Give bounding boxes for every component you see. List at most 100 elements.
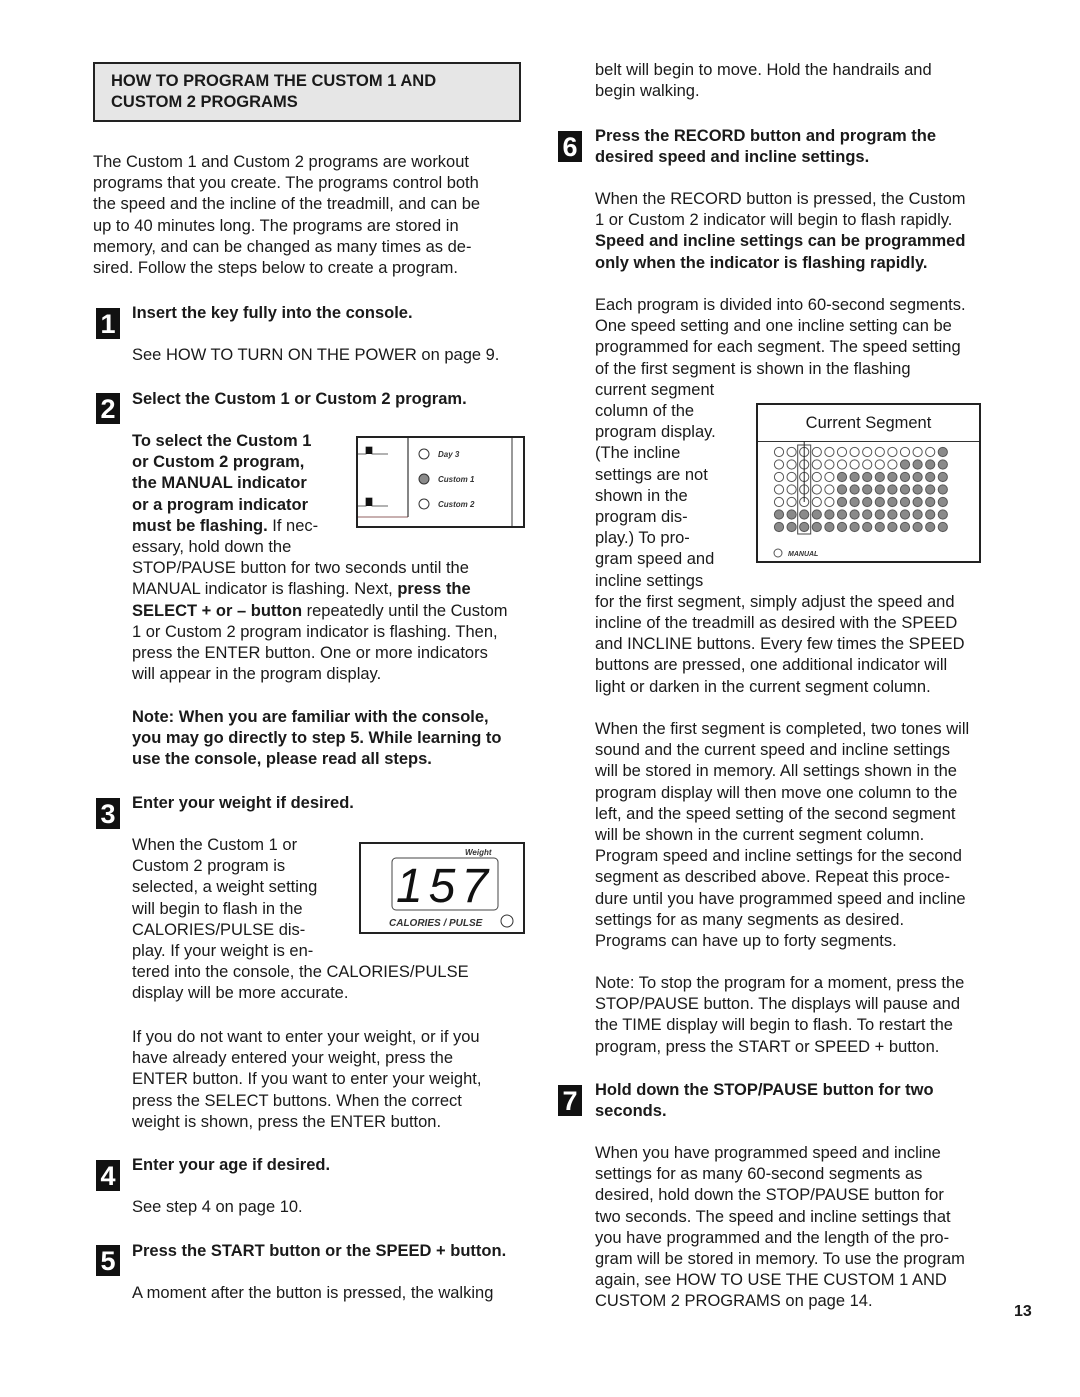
segment-dot-unlit [849, 459, 860, 470]
manual-indicator [773, 548, 783, 558]
segment-dot-lit [899, 509, 911, 520]
step-6-line: When the RECORD button is pressed, the C… [595, 190, 966, 208]
step-7-title-line: Hold down the STOP/PAUSE button for two [595, 1081, 934, 1099]
step-6-line: only when the indicator is flashing rapi… [595, 253, 928, 272]
step-6-line: segment as described above. Repeat this … [595, 868, 950, 887]
segment-dot-lit [773, 509, 785, 520]
current-segment-title: Current Segment [758, 405, 979, 442]
segment-dot-lit [912, 521, 923, 533]
step-6-note: Note: To stop the program for a moment, … [595, 973, 1015, 1058]
step-7-body: When you have programmed speed and incli… [595, 1143, 1015, 1313]
segment-dot-lit [811, 521, 822, 533]
step-5-body: A moment after the button is pressed, th… [132, 1284, 494, 1302]
intro-line: the speed and the incline of the treadmi… [93, 195, 481, 214]
segment-dot-unlit [836, 459, 848, 470]
step-1-number: 1 [96, 308, 120, 339]
segment-dot-unlit [811, 471, 822, 483]
segment-dot-lit [849, 521, 860, 533]
step-6-title: Press the RECORD button and program the … [595, 126, 936, 168]
step-3-line: ENTER button. If you want to enter your … [132, 1070, 482, 1089]
step-6-line: Each program is divided into 60-second s… [595, 296, 966, 314]
note-line: Note: To stop the program for a moment, … [595, 974, 965, 992]
segment-dot-lit [937, 521, 948, 533]
segment-dot-unlit [849, 446, 860, 458]
segment-dot-lit [874, 471, 885, 483]
weight-value: 157 [396, 860, 494, 913]
segment-dot-lit [862, 521, 873, 533]
step-7-line: again, see HOW TO USE THE CUSTOM 1 AND [595, 1271, 947, 1290]
segment-dot-lit [912, 496, 923, 508]
step-7-line: settings for as many 60-second segments … [595, 1165, 923, 1184]
step-7-title: Hold down the STOP/PAUSE button for two … [595, 1080, 934, 1122]
step-7-line: When you have programmed speed and incli… [595, 1144, 941, 1162]
step-7-line: you have programmed and the length of th… [595, 1228, 950, 1247]
segment-dot-unlit [786, 484, 797, 495]
step-2-line: STOP/PAUSE button for two seconds until … [132, 559, 469, 578]
segment-dot-lit [874, 509, 885, 520]
segment-dot-lit [836, 521, 848, 533]
segment-dot-unlit [811, 484, 822, 495]
program-dot-matrix: MANUAL [773, 441, 948, 558]
segment-dot-unlit [786, 459, 797, 470]
program-display-figure: Current Segment MANUAL [756, 403, 981, 563]
indicator-label-custom1: Custom 1 [438, 475, 475, 484]
step-3-number: 3 [96, 798, 120, 829]
segment-dot-lit [824, 521, 835, 533]
step-2-line: 1 or Custom 2 program indicator is flash… [132, 622, 498, 641]
segment-dot-unlit [786, 471, 797, 483]
segment-dot-lit [899, 496, 911, 508]
segment-dot-unlit [824, 484, 835, 495]
intro-line: up to 40 minutes long. The programs are … [93, 216, 459, 235]
step-5-title: Press the START button or the SPEED + bu… [132, 1242, 507, 1260]
segment-dot-unlit [786, 496, 797, 508]
segment-dot-lit [849, 484, 860, 495]
segment-dot-lit [925, 521, 936, 533]
program-indicator-figure: Day 3 Custom 1 Custom 2 [356, 436, 525, 528]
section-heading-line2: CUSTOM 2 PROGRAMS [111, 93, 298, 111]
note-line: STOP/PAUSE button. The displays will pau… [595, 995, 961, 1014]
segment-dot-unlit [824, 496, 835, 508]
intro-line: programs that you create. The programs c… [93, 174, 479, 193]
step-6-line: Speed and incline settings can be progra… [595, 232, 966, 251]
segment-dot-lit [824, 509, 835, 520]
step-6-title-line: desired speed and incline settings. [595, 148, 870, 167]
step-2-note: Note: When you are familiar with the con… [132, 707, 542, 771]
segment-dot-lit [887, 521, 898, 533]
segment-dot-lit [937, 471, 948, 483]
step-5-line: begin walking. [595, 82, 700, 101]
step-3-line: tered into the console, the CALORIES/PUL… [132, 963, 469, 982]
indicator-light [418, 448, 430, 460]
step-7-line: desired, hold down the STOP/PAUSE button… [595, 1186, 944, 1205]
step-2-emph: SELECT + or – button [132, 601, 303, 620]
step-7-number: 7 [558, 1085, 582, 1116]
segment-dot-lit [937, 496, 948, 508]
step-6-line: When the first segment is completed, two… [595, 720, 970, 738]
step-6-line: of the first segment is shown in the fla… [595, 359, 911, 378]
step-2-line: SELECT + or – button repeatedly until th… [132, 601, 542, 622]
step-4-title: Enter your age if desired. [132, 1156, 331, 1174]
program-indicator-svg: Day 3 Custom 1 Custom 2 [358, 438, 513, 526]
segment-dot-lit [887, 471, 898, 483]
step-6-line: for the first segment, simply adjust the… [595, 592, 955, 611]
weight-label: Weight [465, 848, 492, 857]
segment-dot-unlit [836, 446, 848, 458]
section-heading-line1: HOW TO PROGRAM THE CUSTOM 1 AND [111, 72, 437, 90]
weight-display-svg: Weight 157 CALORIES / PULSE [389, 848, 514, 929]
segment-dot-lit [773, 521, 785, 533]
intro-line: sired. Follow the steps below to create … [93, 259, 459, 278]
step-2-emph: must be flashing. [132, 516, 268, 535]
step-6-line: settings for as many segments as desired… [595, 910, 905, 929]
step-2-text: repeatedly until the Custom [302, 601, 508, 620]
step-graph-bar [366, 498, 372, 506]
segment-dot-unlit [773, 471, 785, 483]
page-number: 13 [1014, 1303, 1032, 1320]
segment-dot-lit [836, 509, 848, 520]
segment-dot-lit [862, 471, 873, 483]
note-line: use the console, please read all steps. [132, 750, 432, 769]
segment-dot-unlit [899, 446, 911, 458]
weight-display-figure: Weight 157 CALORIES / PULSE [359, 842, 525, 934]
step-5-number: 5 [96, 1245, 120, 1276]
segment-dot-lit [912, 509, 923, 520]
step-4-body: See step 4 on page 10. [132, 1198, 303, 1216]
segment-dot-lit [862, 496, 873, 508]
